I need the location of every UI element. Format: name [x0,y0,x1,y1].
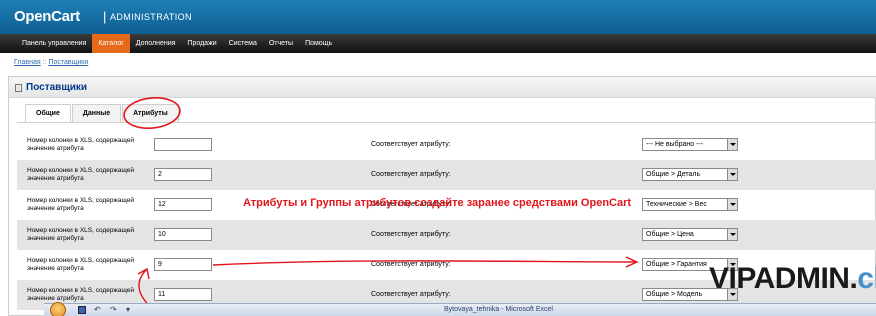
breadcrumb-separator: :: [42,59,47,66]
chevron-down-icon[interactable] [727,229,737,240]
chevron-down-icon[interactable] [727,139,737,150]
page-title: Поставщики [26,82,88,93]
excel-title-bar: ↶ ↷ ▾ Bytovaya_tehnika - Microsoft Excel [44,302,876,316]
office-button-icon[interactable] [50,302,66,316]
attribute-select[interactable]: Общие > Цена [642,228,738,241]
attribute-select-value: Общие > Гарантия [646,261,707,268]
breadcrumb-home-link[interactable]: Главная [14,59,41,66]
menu-item-dashboard[interactable]: Панель управления [16,34,92,53]
watermark: VIPADMIN.club [709,262,876,296]
admin-subtitle: ADMINISTRATION [110,12,192,22]
redo-icon[interactable]: ↷ [110,305,117,314]
row-label: Номер колонки в XLS, содержащей значение… [27,197,135,212]
menu-item-sales[interactable]: Продажи [181,34,222,53]
attribute-select-value: --- Не выбрано --- [646,141,704,148]
match-label: Соответствует атрибуту: [371,261,451,268]
column-number-input[interactable]: 12 [154,198,212,211]
admin-header: OpenCart | ADMINISTRATION [0,0,876,34]
panel-header: Поставщики [9,77,876,98]
row-label: Номер колонки в XLS, содержащей значение… [27,137,135,152]
chevron-down-icon[interactable] [727,199,737,210]
row-label: Номер колонки в XLS, содержащей значение… [27,227,135,242]
save-icon[interactable] [78,306,86,314]
table-row: Номер колонки в XLS, содержащей значение… [17,220,876,250]
customize-toolbar-icon[interactable]: ▾ [126,305,130,314]
attribute-select-value: Технические > Вес [646,201,707,208]
menu-item-system[interactable]: Система [223,34,263,53]
column-number-input[interactable] [154,138,212,151]
column-number-input[interactable]: 10 [154,228,212,241]
attribute-select-value: Общие > Деталь [646,171,701,178]
opencart-logo[interactable]: OpenCart [14,8,80,25]
menu-item-catalog[interactable]: Каталог [92,34,130,53]
attribute-select[interactable]: Общие > Деталь [642,168,738,181]
watermark-suffix: club [857,262,876,295]
attribute-select-value: Общие > Цена [646,231,694,238]
attribute-select[interactable]: Технические > Вес [642,198,738,211]
tab-data[interactable]: Данные [71,104,122,122]
breadcrumb-current-link[interactable]: Поставщики [48,59,88,66]
attribute-select[interactable]: --- Не выбрано --- [642,138,738,151]
row-label: Номер колонки в XLS, содержащей значение… [27,167,135,182]
table-row: Номер колонки в XLS, содержащей значение… [17,160,876,190]
column-number-input[interactable]: 9 [154,258,212,271]
tab-general[interactable]: Общие [25,104,71,122]
row-label: Номер колонки в XLS, содержащей значение… [27,257,135,272]
undo-icon[interactable]: ↶ [94,305,101,314]
watermark-main: VIPADMIN. [709,262,858,295]
match-label: Соответствует атрибуту: [371,231,451,238]
menu-item-extensions[interactable]: Дополнения [130,34,182,53]
tab-bar: Общие Данные Атрибуты [25,104,180,122]
main-menu: Панель управления Каталог Дополнения Про… [0,34,876,53]
logo-separator: | [103,9,107,24]
match-label: Соответствует атрибуту: [371,291,451,298]
menu-item-help[interactable]: Помощь [299,34,338,53]
tab-divider [17,122,876,123]
column-number-input[interactable]: 2 [154,168,212,181]
attribute-select-value: Общие > Модель [646,291,703,298]
annotation-text: Атрибуты и Группы атрибутов создайте зар… [243,197,632,209]
column-number-input[interactable]: 11 [154,288,212,301]
breadcrumb: Главная :: Поставщики [14,59,88,66]
excel-window-title: Bytovaya_tehnika - Microsoft Excel [444,306,553,313]
row-label: Номер колонки в XLS, содержащей значение… [27,287,135,302]
match-label: Соответствует атрибуту: [371,141,451,148]
table-row: Номер колонки в XLS, содержащей значение… [17,130,876,160]
tab-attributes[interactable]: Атрибуты [122,104,179,122]
document-icon [15,84,22,92]
screenshot: OpenCart | ADMINISTRATION Панель управле… [0,0,876,316]
match-label: Соответствует атрибуту: [371,171,451,178]
chevron-down-icon[interactable] [727,169,737,180]
menu-item-reports[interactable]: Отчеты [263,34,299,53]
